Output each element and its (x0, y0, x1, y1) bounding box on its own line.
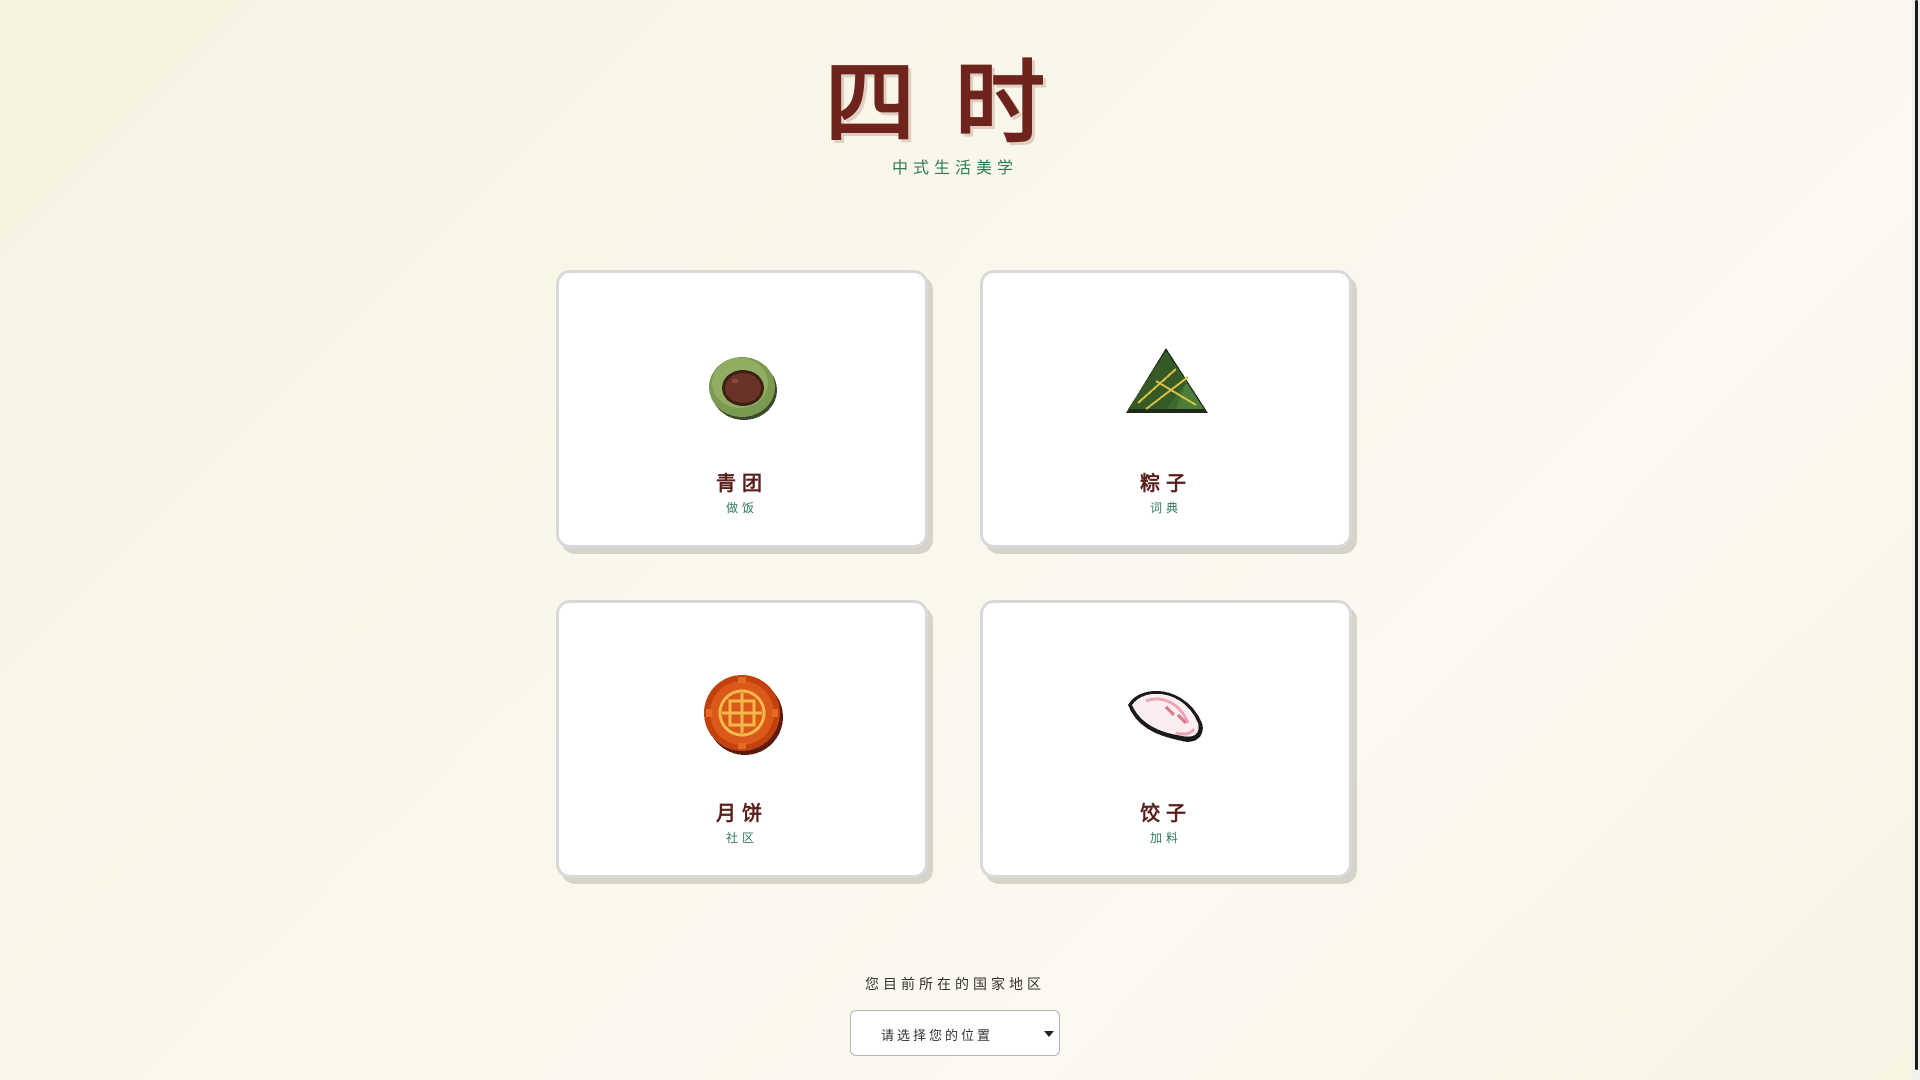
zongzi-icon (1116, 333, 1216, 433)
food-card-grid: 青团 做饭 粽子 词典 月饼 社区 饺子 加料 (556, 270, 1358, 878)
card-title: 粽子 (1140, 471, 1192, 495)
region-label: 您目前所在的国家地区 (865, 977, 1045, 993)
region-select-value: 请选择您的位置 (881, 1029, 994, 1044)
card-subtitle: 做饭 (725, 501, 758, 515)
region-select[interactable]: 请选择您的位置 (850, 1010, 1060, 1056)
page-scrollbar[interactable] (1912, 0, 1920, 1080)
scrollbar-thumb[interactable] (1915, 0, 1918, 1070)
page-subtitle: 中式生活美学 (891, 158, 1018, 177)
card-dumpling[interactable]: 饺子 加料 (980, 600, 1352, 878)
card-mooncake[interactable]: 月饼 社区 (556, 600, 928, 878)
chevron-down-icon (1044, 1031, 1054, 1037)
card-title: 青团 (716, 471, 768, 495)
card-subtitle: 加料 (1149, 831, 1182, 845)
card-zongzi[interactable]: 粽子 词典 (980, 270, 1352, 548)
card-subtitle: 社区 (725, 831, 758, 845)
card-title: 月饼 (716, 801, 768, 825)
mooncake-icon (692, 663, 792, 763)
qingtuan-icon (692, 333, 792, 433)
card-subtitle: 词典 (1149, 501, 1182, 515)
page-title: 四时 (825, 50, 1085, 156)
dumpling-icon (1116, 663, 1216, 763)
card-qingtuan[interactable]: 青团 做饭 (556, 270, 928, 548)
card-title: 饺子 (1140, 801, 1192, 825)
